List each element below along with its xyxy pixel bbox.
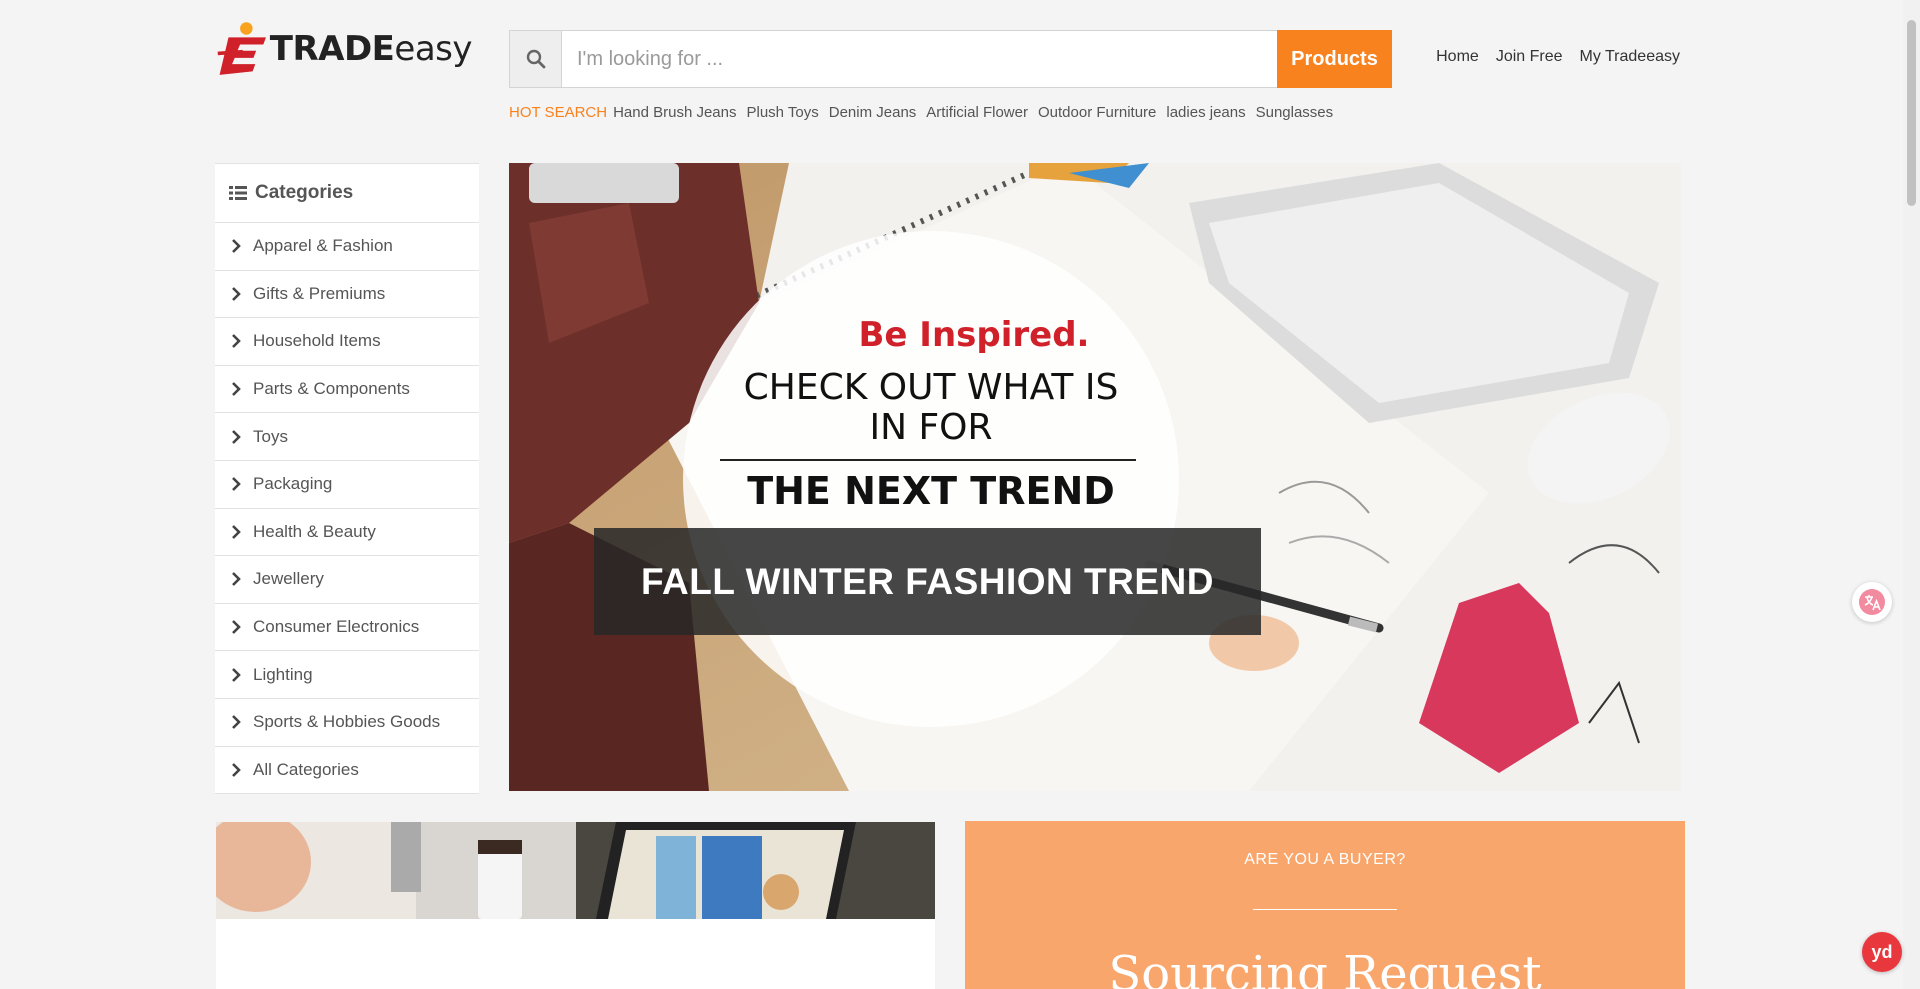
- chevron-right-icon: [232, 239, 241, 254]
- chevron-right-icon: [232, 762, 241, 777]
- hero-banner[interactable]: Be Inspired. CHECK OUT WHAT IS IN FOR TH…: [509, 163, 1681, 791]
- category-item-gifts-premiums[interactable]: Gifts & Premiums: [215, 271, 479, 319]
- category-item-health-beauty[interactable]: Health & Beauty: [215, 509, 479, 557]
- chevron-right-icon: [232, 715, 241, 730]
- category-label: All Categories: [253, 759, 359, 779]
- hot-search-item[interactable]: Denim Jeans: [829, 104, 917, 121]
- page-scrollbar[interactable]: [1903, 0, 1920, 989]
- category-item-parts-components[interactable]: Parts & Components: [215, 366, 479, 414]
- category-item-household-items[interactable]: Household Items: [215, 318, 479, 366]
- categories-title: Categories: [255, 182, 354, 203]
- hot-search-label: HOT SEARCH: [509, 104, 608, 121]
- hero-next-trend: THE NEXT TREND: [747, 469, 1115, 513]
- category-label: Household Items: [253, 331, 381, 351]
- translate-icon[interactable]: [1852, 582, 1892, 622]
- category-label: Consumer Electronics: [253, 617, 420, 637]
- chevron-right-icon: [232, 382, 241, 396]
- buyer-card-divider: [1253, 909, 1397, 910]
- promo-image: [216, 822, 935, 919]
- sourcing-request-card[interactable]: ARE YOU A BUYER? Sourcing Request: [965, 821, 1685, 989]
- tradeeasy-logo[interactable]: TRADEeasy: [216, 18, 472, 80]
- hero-band-text: FALL WINTER FASHION TREND: [641, 560, 1214, 602]
- logo-wordmark: TRADEeasy: [269, 29, 473, 69]
- category-label: Jewellery: [253, 569, 324, 589]
- nav-my-tradeeasy-link[interactable]: My Tradeeasy: [1580, 48, 1680, 66]
- hot-search-item[interactable]: Hand Brush Jeans: [613, 104, 736, 121]
- promo-card[interactable]: [216, 822, 935, 989]
- yd-assistant-button[interactable]: yd: [1862, 932, 1902, 972]
- category-label: Toys: [253, 426, 288, 446]
- chevron-right-icon: [232, 667, 241, 682]
- chevron-right-icon: [232, 524, 241, 539]
- search-input[interactable]: [562, 31, 1277, 87]
- categories-header: Categories: [215, 164, 479, 223]
- category-item-jewellery[interactable]: Jewellery: [215, 556, 479, 604]
- hot-search-item[interactable]: Artificial Flower: [926, 104, 1028, 121]
- hero-band: FALL WINTER FASHION TREND: [594, 528, 1261, 635]
- chevron-right-icon: [232, 620, 241, 634]
- hero-line: CHECK OUT WHAT IS IN FOR: [713, 368, 1149, 448]
- category-item-all-categories[interactable]: All Categories: [215, 747, 479, 795]
- category-item-toys[interactable]: Toys: [215, 413, 479, 461]
- category-label: Lighting: [253, 664, 313, 684]
- category-label: Apparel & Fashion: [253, 236, 393, 256]
- logo-trade: TRADE: [269, 29, 395, 69]
- chevron-right-icon: [232, 334, 241, 349]
- categories-panel: Categories Apparel & Fashion Gifts & Pre…: [215, 163, 479, 795]
- search-icon[interactable]: [510, 31, 562, 87]
- hero-line-2: IN FOR: [869, 407, 993, 448]
- chevron-right-icon: [232, 286, 241, 301]
- buyer-question: ARE YOU A BUYER?: [1244, 851, 1406, 868]
- category-item-lighting[interactable]: Lighting: [215, 651, 479, 699]
- nav-join-free-link[interactable]: Join Free: [1496, 48, 1563, 66]
- sourcing-request-title[interactable]: Sourcing Request: [965, 946, 1685, 989]
- category-item-apparel-fashion[interactable]: Apparel & Fashion: [215, 223, 479, 271]
- logo-easy: easy: [394, 29, 472, 69]
- hot-search-item[interactable]: Plush Toys: [746, 104, 818, 121]
- category-item-packaging[interactable]: Packaging: [215, 461, 479, 509]
- category-label: Parts & Components: [253, 379, 410, 399]
- hot-search-item[interactable]: ladies jeans: [1166, 104, 1245, 121]
- hero-divider: [720, 459, 1136, 461]
- category-label: Gifts & Premiums: [253, 283, 386, 303]
- scrollbar-thumb[interactable]: [1907, 20, 1916, 206]
- chevron-right-icon: [232, 572, 241, 587]
- products-search-button[interactable]: Products: [1277, 30, 1392, 88]
- category-label: Packaging: [253, 474, 333, 494]
- category-item-consumer-electronics[interactable]: Consumer Electronics: [215, 604, 479, 652]
- logo-mark-icon: [217, 22, 266, 75]
- hero-headline: Be Inspired.: [858, 315, 1090, 355]
- category-item-sports-hobbies[interactable]: Sports & Hobbies Goods: [215, 699, 479, 747]
- top-nav: Home Join Free My Tradeeasy: [1436, 48, 1680, 66]
- list-icon: [229, 186, 247, 200]
- category-label: Sports & Hobbies Goods: [253, 712, 441, 732]
- hot-search: HOT SEARCH Hand Brush Jeans Plush Toys D…: [509, 104, 1333, 121]
- chevron-right-icon: [232, 477, 241, 492]
- category-label: Health & Beauty: [253, 521, 376, 541]
- chevron-right-icon: [232, 429, 241, 444]
- hot-search-item[interactable]: Sunglasses: [1256, 104, 1334, 121]
- hero-line-1: CHECK OUT WHAT IS: [743, 367, 1119, 408]
- nav-home-link[interactable]: Home: [1436, 48, 1479, 66]
- search-bar: Products: [509, 30, 1392, 88]
- hot-search-item[interactable]: Outdoor Furniture: [1038, 104, 1156, 121]
